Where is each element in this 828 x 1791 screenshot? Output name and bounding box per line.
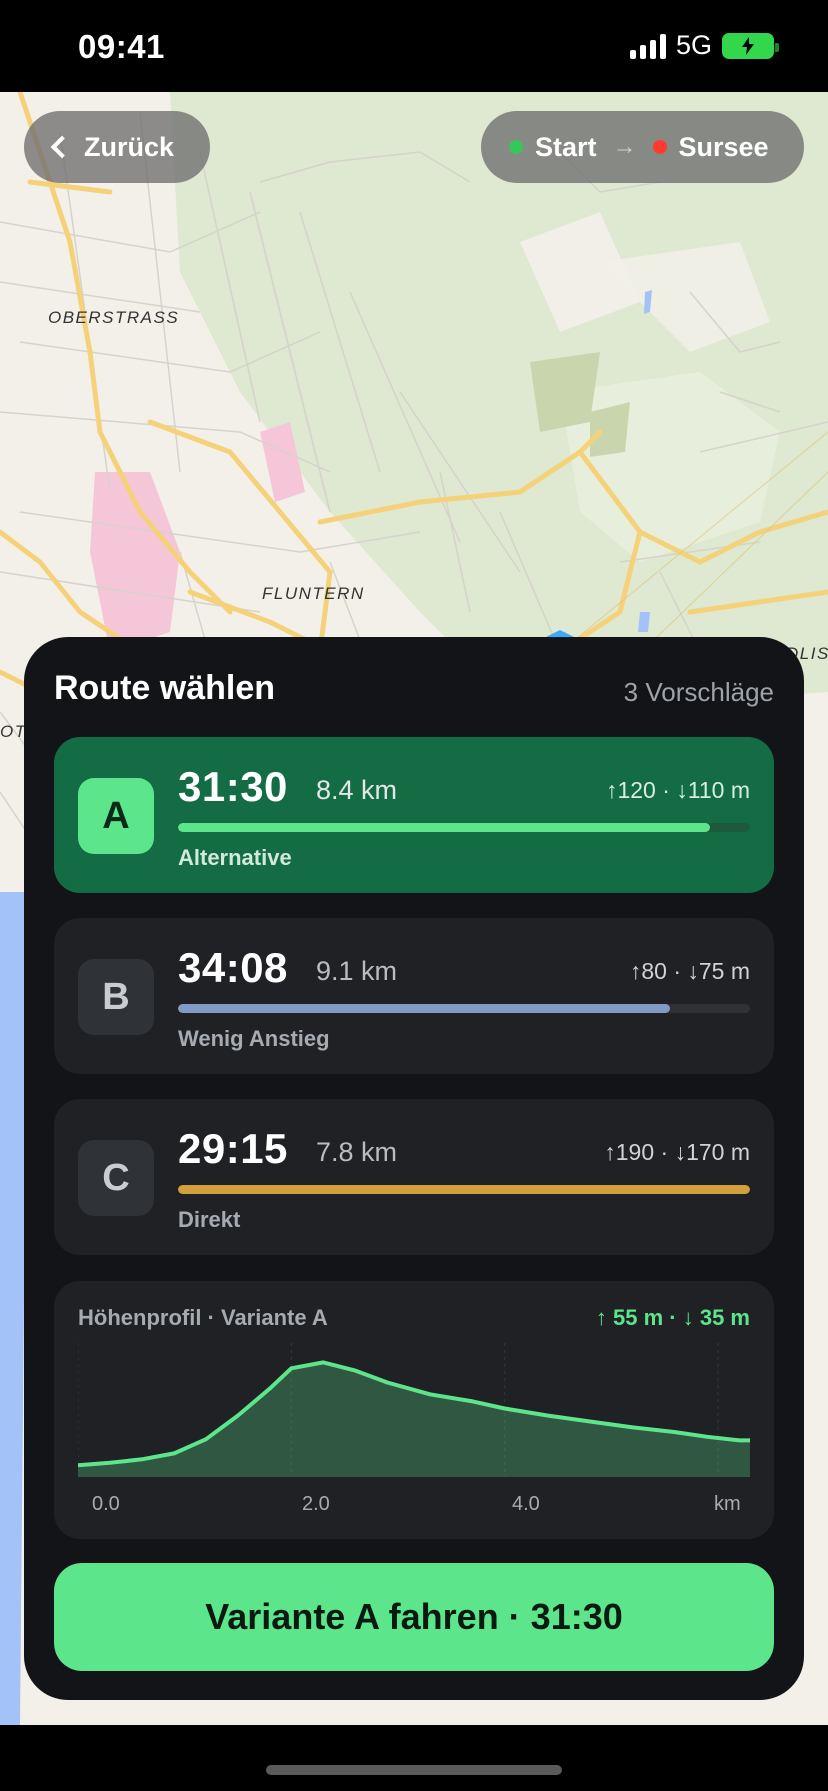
destination-dot-icon [652, 140, 667, 154]
elevation-title: Höhenprofil · Variante A [78, 1305, 328, 1330]
route-elevation: ↑190 · ↓170 m [604, 1139, 750, 1165]
route-summary-pill[interactable]: Start → Sursee [481, 111, 804, 183]
back-button-label: Zurück [84, 131, 175, 162]
route-badge: B [78, 959, 154, 1035]
clock: 09:41 [78, 28, 165, 65]
route-bar [178, 1185, 750, 1194]
route-distance: 8.4 km [316, 775, 398, 805]
route-bar-fill [178, 823, 710, 832]
back-button[interactable]: Zurück [24, 111, 210, 183]
x-tick-label: 4.0 [512, 1493, 540, 1515]
route-bar [178, 1004, 750, 1013]
route-distance: 9.1 km [316, 956, 398, 986]
arrow-right-icon: → [612, 133, 637, 160]
network-type: 5G [675, 30, 712, 60]
status-bar: 09:41 5G [0, 0, 828, 92]
bottom-bar [0, 1725, 828, 1791]
start-dot-icon [509, 140, 523, 154]
route-badge: C [78, 1140, 154, 1216]
sheet-title: Route wählen [54, 669, 276, 707]
map-label-oberstrass: OBERSTRASS [48, 308, 180, 327]
map-label-edge-left: OT [0, 722, 27, 741]
route-bar [178, 823, 750, 832]
x-tick-label: km [714, 1493, 741, 1515]
route-sheet: Route wählen 3 Vorschläge A 31:30 8.4 km… [24, 637, 804, 1700]
route-card-a[interactable]: A 31:30 8.4 km ↑120 · ↓110 m Alternative [54, 737, 774, 893]
map-label-fluntern: FLUNTERN [262, 584, 365, 603]
suggestion-count: 3 Vorschläge [623, 677, 774, 707]
status-icons: 5G [629, 30, 779, 61]
route-elevation: ↑80 · ↓75 m [629, 958, 750, 984]
start-label: Start [535, 131, 597, 162]
elevation-chart [78, 1343, 750, 1477]
route-name: Alternative [178, 845, 292, 870]
signal-icon [629, 33, 666, 59]
route-card-c[interactable]: C 29:15 7.8 km ↑190 · ↓170 m Direkt [54, 1099, 774, 1255]
elevation-area [78, 1362, 750, 1477]
route-bar-fill [178, 1004, 670, 1013]
route-bar-fill [178, 1185, 750, 1194]
destination-label: Sursee [678, 131, 769, 162]
home-indicator[interactable] [266, 1765, 562, 1775]
route-name: Wenig Anstieg [178, 1026, 330, 1051]
route-distance: 7.8 km [316, 1137, 398, 1167]
elevation-stats: ↑ 55 m · ↓ 35 m [595, 1305, 750, 1330]
route-time: 29:15 [178, 1125, 288, 1172]
start-route-button[interactable]: Variante A fahren · 31:30 [54, 1563, 774, 1671]
elevation-profile-card: Höhenprofil · Variante A ↑ 55 m · ↓ 35 m… [54, 1281, 774, 1539]
route-elevation: ↑120 · ↓110 m [605, 777, 750, 803]
route-badge: A [78, 778, 154, 854]
x-tick-label: 2.0 [302, 1493, 330, 1515]
route-time: 31:30 [178, 763, 288, 810]
x-tick-label: 0.0 [92, 1493, 120, 1515]
route-card-b[interactable]: B 34:08 9.1 km ↑80 · ↓75 m Wenig Anstieg [54, 918, 774, 1074]
battery-charging-icon [722, 32, 779, 59]
route-time: 34:08 [178, 944, 288, 991]
chevron-left-icon [50, 135, 74, 159]
route-name: Direkt [178, 1207, 241, 1232]
